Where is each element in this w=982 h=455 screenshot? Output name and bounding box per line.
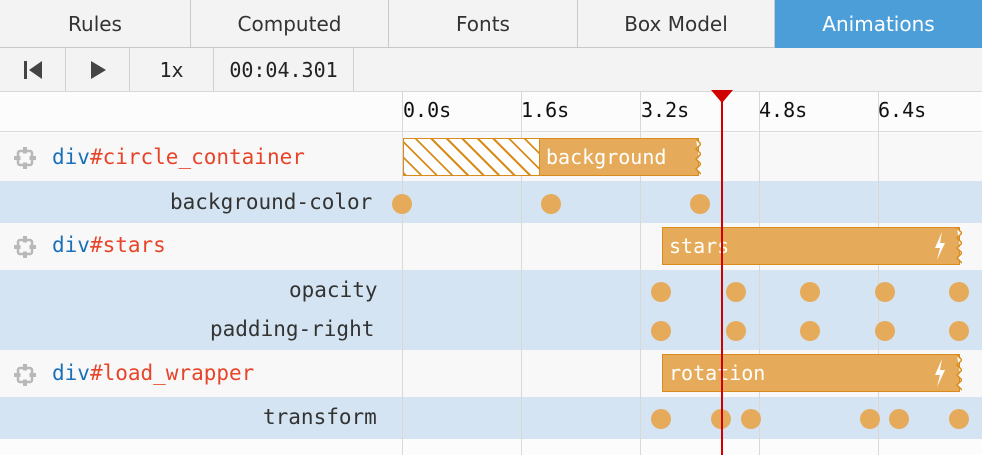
tick-label: 4.8s xyxy=(759,98,808,122)
property-name: opacity xyxy=(289,278,378,302)
keyframe-dot[interactable] xyxy=(741,409,761,429)
keyframe-dot[interactable] xyxy=(726,282,746,302)
tab-fonts[interactable]: Fonts xyxy=(389,0,578,48)
animation-delay xyxy=(403,138,540,176)
lightning-icon xyxy=(935,359,945,387)
keyframe-dot[interactable] xyxy=(800,282,820,302)
keyframe-dot[interactable] xyxy=(690,194,710,214)
animation-bar[interactable]: stars xyxy=(662,227,962,265)
keyframe-dot[interactable] xyxy=(651,321,671,341)
current-time: 00:04.301 xyxy=(214,48,354,91)
keyframe-dot[interactable] xyxy=(651,282,671,302)
property-name: transform xyxy=(263,405,377,429)
gear-icon xyxy=(14,364,36,386)
keyframe-dot[interactable] xyxy=(875,282,895,302)
selector-tag: div xyxy=(52,145,90,169)
grid-line xyxy=(759,92,760,455)
gear-icon xyxy=(14,147,36,169)
playhead-line[interactable] xyxy=(721,92,723,455)
selector-id: #stars xyxy=(89,233,166,257)
property-row[interactable] xyxy=(0,397,982,439)
selector-id: #circle_container xyxy=(89,145,305,169)
keyframe-dot[interactable] xyxy=(800,321,820,341)
keyframe-dot[interactable] xyxy=(949,409,969,429)
tab-rules[interactable]: Rules xyxy=(0,0,191,48)
keyframe-dot[interactable] xyxy=(541,194,561,214)
animation-name: background xyxy=(546,145,667,169)
tick-label: 3.2s xyxy=(641,98,690,122)
rewind-button[interactable] xyxy=(0,48,66,91)
keyframe-dot[interactable] xyxy=(392,194,412,214)
keyframe-dot[interactable] xyxy=(875,321,895,341)
selector-tag: div xyxy=(52,361,90,385)
playback-rate-select[interactable]: 1x xyxy=(130,48,214,91)
zigzag-edge-icon xyxy=(955,228,962,264)
property-row[interactable] xyxy=(0,181,982,223)
keyframe-dot[interactable] xyxy=(726,321,746,341)
selector-tag: div xyxy=(52,233,90,257)
zigzag-edge-icon xyxy=(694,139,701,175)
keyframe-dot[interactable] xyxy=(860,409,880,429)
tab-computed[interactable]: Computed xyxy=(191,0,389,48)
property-name: padding-right xyxy=(210,317,375,341)
tick-label: 1.6s xyxy=(521,98,570,122)
property-row[interactable] xyxy=(0,270,982,350)
keyframe-dot[interactable] xyxy=(651,409,671,429)
animation-toolbar: 1x 00:04.301 xyxy=(0,48,982,92)
sidebar-tabs: Rules Computed Fonts Box Model Animation… xyxy=(0,0,982,48)
selector-id: #load_wrapper xyxy=(89,361,255,385)
play-button[interactable] xyxy=(66,48,130,91)
tab-animations[interactable]: Animations xyxy=(775,0,982,48)
timeline-header: 0.0s 1.6s 3.2s 4.8s 6.4s xyxy=(0,92,982,132)
animation-bar[interactable]: rotation xyxy=(662,354,962,392)
zigzag-edge-icon xyxy=(955,355,962,391)
animation-bar[interactable]: background xyxy=(539,138,701,176)
tick-label: 6.4s xyxy=(878,98,927,122)
element-selector[interactable]: div#stars xyxy=(52,233,166,257)
playhead-handle-icon[interactable] xyxy=(711,90,733,103)
lightning-icon xyxy=(935,232,945,260)
play-icon xyxy=(90,60,106,79)
tab-box-model[interactable]: Box Model xyxy=(578,0,775,48)
element-selector[interactable]: div#load_wrapper xyxy=(52,361,254,385)
animation-name: rotation xyxy=(669,361,766,385)
grid-line xyxy=(878,92,879,455)
keyframe-dot[interactable] xyxy=(949,282,969,302)
tick-label: 0.0s xyxy=(403,98,452,122)
property-name: background-color xyxy=(170,190,373,214)
gear-icon xyxy=(14,236,36,258)
skip-to-start-icon xyxy=(23,60,42,79)
element-selector[interactable]: div#circle_container xyxy=(52,145,305,169)
keyframe-dot[interactable] xyxy=(949,321,969,341)
keyframe-dot[interactable] xyxy=(889,409,909,429)
